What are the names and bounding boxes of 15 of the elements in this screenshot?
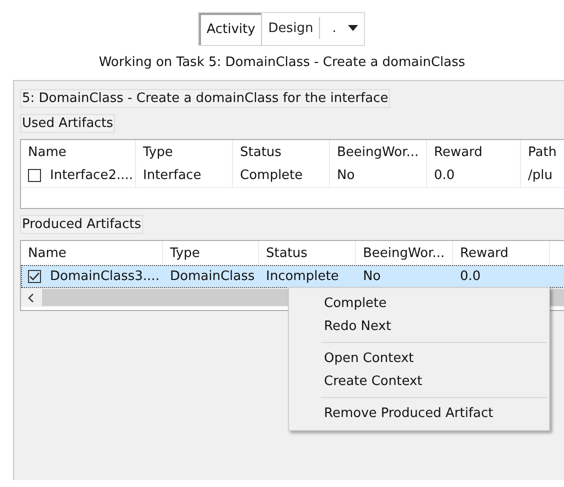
table-cell: DomainClass3....: [50, 269, 160, 284]
table-cell: Interface: [143, 168, 202, 183]
table-cell: Incomplete: [266, 269, 339, 284]
table-cell: Complete: [240, 168, 303, 183]
table-cell: No: [363, 269, 381, 284]
table-cell: DomainClass: [170, 269, 255, 284]
task-subtitle: Working on Task 5: DomainClass - Create a domainClass: [98, 55, 466, 70]
table-cell: /plu: [528, 168, 552, 183]
task-title: 5: DomainClass - Create a domainClass for the interface: [20, 89, 390, 108]
table-cell: Interface2....: [50, 168, 134, 183]
table-cell: 0.0: [434, 168, 455, 183]
table-cell: No: [337, 168, 355, 183]
table-cell: 0.0: [460, 269, 481, 284]
section-heading: Used Artifacts: [20, 114, 116, 133]
section-heading: Produced Artifacts: [20, 215, 144, 234]
